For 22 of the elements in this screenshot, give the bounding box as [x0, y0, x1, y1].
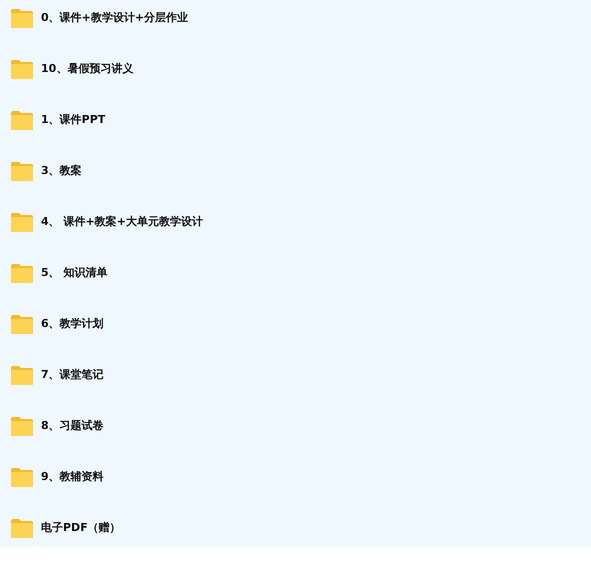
folder-name[interactable]: 5、 知识清单 — [41, 264, 108, 282]
folder-name[interactable]: 8、习题试卷 — [41, 418, 104, 434]
folder-icon[interactable] — [10, 262, 34, 284]
folder-icon[interactable] — [10, 314, 34, 334]
folder-icon[interactable] — [10, 160, 34, 182]
folder-name[interactable]: 3、教案 — [41, 162, 82, 180]
folder-name[interactable]: 9、教辅资料 — [41, 468, 104, 486]
folder-icon[interactable] — [10, 416, 34, 436]
folder-icon[interactable] — [10, 8, 34, 28]
folder-name[interactable]: 0、课件+教学设计+分层作业 — [41, 10, 188, 26]
folder-name[interactable]: 6、教学计划 — [41, 316, 104, 332]
folder-name[interactable]: 10、暑假预习讲义 — [41, 60, 134, 78]
folder-icon[interactable] — [10, 110, 34, 130]
folder-name[interactable]: 1、课件PPT — [41, 112, 106, 128]
folder-icon[interactable] — [10, 364, 34, 386]
folder-icon[interactable] — [10, 58, 34, 80]
folder-name[interactable]: 电子PDF（赠） — [41, 520, 121, 536]
folder-icon[interactable] — [10, 466, 34, 488]
folder-name[interactable]: 7、课堂笔记 — [41, 366, 104, 384]
folder-icon[interactable] — [10, 212, 34, 232]
folder-icon[interactable] — [10, 518, 34, 538]
folder-name[interactable]: 4、 课件+教案+大单元教学设计 — [41, 214, 203, 230]
